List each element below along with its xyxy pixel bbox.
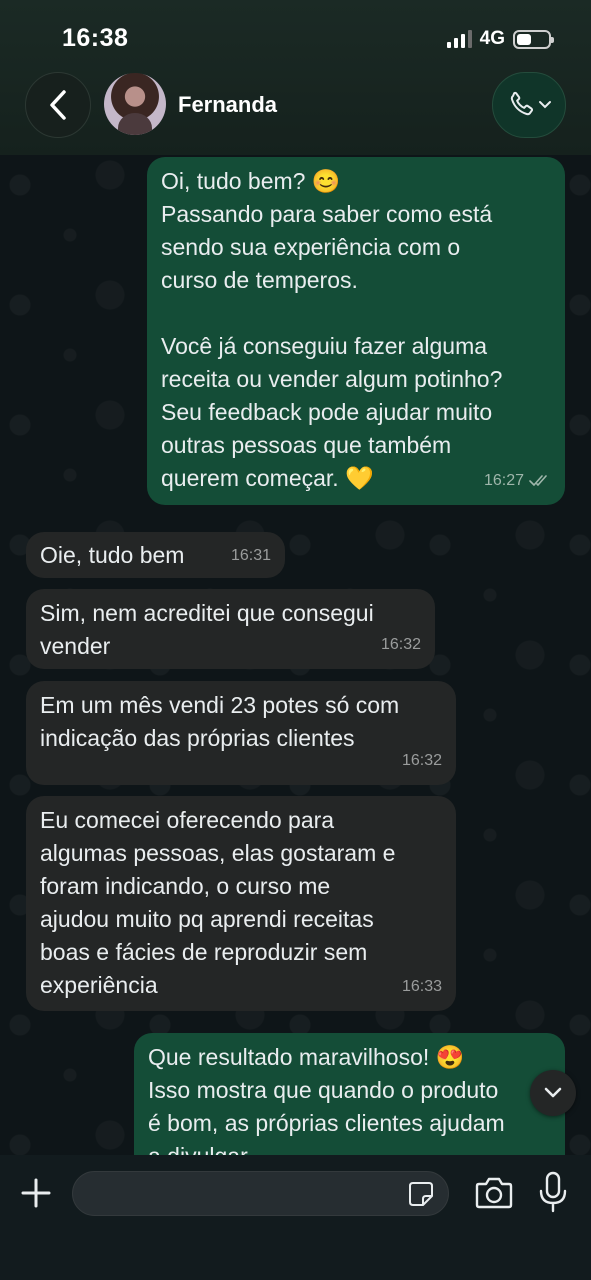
chevron-left-icon [50, 90, 66, 120]
scroll-to-bottom-button[interactable] [530, 1070, 576, 1116]
message-text: Eu comecei oferecendo para algumas pesso… [40, 807, 396, 998]
network-type: 4G [479, 28, 505, 49]
signal-icon [446, 30, 472, 48]
message-time: 16:32 [401, 752, 442, 769]
message-bubble-incoming[interactable]: Em um mês vendi 23 potes só com indicaçã… [26, 681, 456, 785]
message-text: Oi, tudo bem? 😊 Passando para saber como… [161, 168, 503, 491]
message-text: Sim, nem acreditei que consegui vender [40, 600, 374, 659]
message-input-wrapper [72, 1171, 449, 1216]
message-bubble-outgoing[interactable]: Que resultado maravilhoso! 😍 Isso mostra… [134, 1033, 565, 1155]
chat-header: 16:38 4G Fernanda [0, 0, 591, 155]
attach-button[interactable] [16, 1173, 56, 1213]
message-text: Em um mês vendi 23 potes só com indicaçã… [40, 692, 400, 751]
chevron-down-icon [544, 1087, 562, 1098]
message-bubble-outgoing[interactable]: Oi, tudo bem? 😊 Passando para saber como… [147, 157, 565, 505]
message-bubble-incoming[interactable]: Oie, tudo bem 16:31 [26, 532, 285, 578]
call-button[interactable] [492, 72, 566, 138]
message-time: 16:27 [483, 472, 524, 489]
message-meta: 16:27 [484, 464, 551, 497]
status-time: 16:38 [62, 24, 129, 52]
chevron-down-icon [539, 101, 551, 109]
contact-name[interactable]: Fernanda [178, 92, 277, 118]
status-indicators: 4G [446, 28, 554, 50]
battery-icon [513, 29, 554, 49]
message-list[interactable]: Oi, tudo bem? 😊 Passando para saber como… [0, 155, 591, 1155]
composer-bar [0, 1155, 591, 1280]
phone-icon [510, 91, 534, 116]
message-bubble-incoming[interactable]: Eu comecei oferecendo para algumas pesso… [26, 796, 456, 1011]
plus-icon [21, 1178, 51, 1208]
message-bubble-incoming[interactable]: Sim, nem acreditei que consegui vender 1… [26, 589, 435, 669]
double-check-icon [529, 474, 547, 486]
message-time: 16:33 [401, 978, 442, 995]
chat-screen: 16:38 4G Fernanda Oi, tudo bem? 😊 Passan… [0, 0, 591, 1280]
message-time: 16:31 [230, 547, 271, 564]
camera-icon[interactable] [475, 1175, 513, 1211]
back-button[interactable] [25, 72, 91, 138]
sticker-icon[interactable] [408, 1181, 434, 1207]
avatar[interactable] [104, 73, 166, 135]
message-input[interactable] [89, 1172, 389, 1215]
message-time: 16:32 [380, 636, 421, 653]
message-text: Que resultado maravilhoso! 😍 Isso mostra… [148, 1044, 505, 1155]
microphone-icon[interactable] [538, 1171, 568, 1213]
